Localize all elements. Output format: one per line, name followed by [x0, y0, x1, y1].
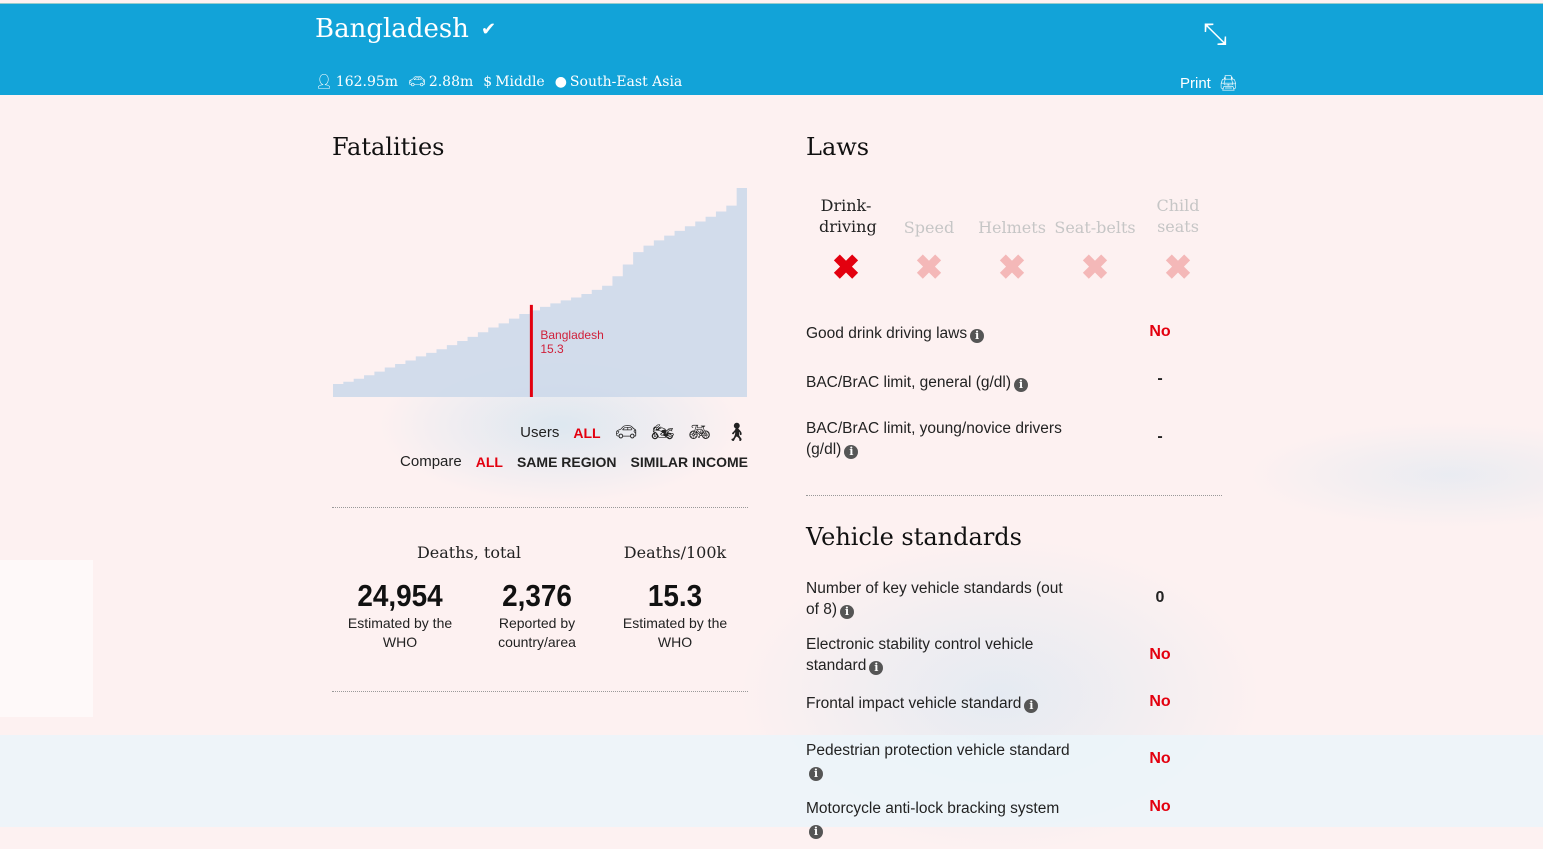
country-header: Bangladesh ✔ 👤︎ 162.95m 🚗︎ 2.88m $ Middle ● S…	[0, 3, 1543, 95]
row-label: BAC/BrAC limit, young/novice drivers (g/…	[806, 420, 1062, 459]
row-label: Number of key vehicle standards (out of …	[806, 580, 1063, 619]
map-disclaimer-strip	[0, 735, 1543, 827]
print-label: Print	[1180, 74, 1211, 92]
deaths-total-label: Deaths, total	[416, 543, 522, 562]
laws-title: Laws	[806, 133, 870, 161]
country-selector[interactable]: Bangladesh ✔	[315, 14, 496, 44]
row-label: Electronic stability control vehicle sta…	[806, 636, 1034, 675]
compare-label: Compare	[400, 453, 462, 470]
compare-similar-income-button[interactable]: SIMILAR INCOME	[631, 454, 748, 470]
info-icon[interactable]: i	[809, 767, 823, 781]
fatalities-title: Fatalities	[332, 133, 445, 161]
law-tab-2[interactable]: Helmets	[971, 217, 1053, 238]
motorcycle-icon[interactable]: 🏍︎	[651, 422, 674, 443]
globe-icon: ●	[554, 74, 567, 90]
chevron-down-icon: ✔	[480, 18, 497, 40]
cross-icon: ✖	[914, 249, 944, 287]
users-label: Users	[520, 424, 560, 441]
row-label: BAC/BrAC limit, general (g/dl) i	[806, 372, 1076, 393]
row-value: No	[1149, 646, 1171, 663]
cross-icon: ✖	[997, 249, 1027, 287]
row-label: Motorcycle anti-lock bracking systemi	[806, 800, 1060, 839]
info-icon[interactable]: i	[1024, 699, 1039, 713]
country-name: Bangladesh	[315, 14, 469, 44]
law-tab-3[interactable]: Seat-belts	[1054, 217, 1136, 238]
region: South-East Asia	[569, 74, 683, 90]
row-value: No	[1149, 798, 1171, 815]
row-label: Pedestrian protection vehicle standardi	[806, 742, 1070, 781]
law-tab-0[interactable]: Drink-driving	[805, 195, 887, 237]
row-value: -	[1157, 428, 1163, 445]
distribution-area	[333, 187, 747, 397]
compare-same-region-button[interactable]: SAME REGION	[517, 454, 617, 470]
row-label: Good drink driving laws i	[806, 323, 1076, 344]
car-icon[interactable]: 🚗︎	[615, 422, 638, 443]
info-icon[interactable]: i	[809, 825, 823, 839]
divider	[332, 691, 748, 692]
row-value: No	[1149, 750, 1171, 767]
cross-icon: ✖	[1080, 249, 1110, 287]
income-level: Middle	[495, 74, 545, 90]
compare-all-button[interactable]: ALL	[476, 454, 503, 470]
bicycle-icon[interactable]: 🚲︎	[688, 422, 711, 443]
info-icon[interactable]: i	[840, 605, 855, 619]
stat-rate: 15.3 Estimated by the WHO	[622, 578, 728, 650]
person-icon: 👤︎	[315, 74, 333, 90]
printer-icon: 🖨︎	[1218, 75, 1238, 92]
car-icon: 🚗︎	[408, 74, 426, 90]
highlight-value: 15.3	[540, 342, 564, 356]
highlight-label: Bangladesh	[540, 328, 603, 342]
print-button[interactable]: Print 🖨︎	[1180, 74, 1238, 93]
deaths-100k-label: Deaths/100k	[623, 543, 727, 562]
vehicle-standards-title: Vehicle standards	[806, 523, 1022, 551]
info-icon[interactable]: i	[970, 329, 985, 343]
vehicles: 2.88m	[428, 74, 474, 90]
law-tab-4[interactable]: Child seats	[1137, 195, 1219, 237]
info-icon[interactable]: i	[1014, 378, 1029, 392]
law-tab-1[interactable]: Speed	[888, 217, 970, 238]
stat-reported-total: 2,376 Reported by country/area	[498, 578, 576, 650]
cross-icon: ✖	[831, 249, 861, 287]
divider	[806, 495, 1222, 496]
row-label: Frontal impact vehicle standard i	[806, 693, 1076, 714]
row-value: No	[1149, 693, 1171, 710]
pedestrian-icon[interactable]: 🚶︎	[725, 422, 748, 443]
users-all-button[interactable]: ALL	[573, 425, 600, 441]
dollar-icon: $	[483, 74, 493, 90]
stat-estimated-total: 24,954 Estimated by the WHO	[347, 578, 453, 650]
row-value: No	[1149, 323, 1171, 340]
row-value: -	[1157, 370, 1163, 387]
map-legend-tile	[0, 560, 93, 717]
divider	[332, 507, 748, 508]
fatalities-chart: Bangladesh15.3	[333, 187, 747, 397]
cross-icon: ✖	[1163, 249, 1193, 287]
collapse-icon[interactable]: ⤡	[1203, 18, 1227, 52]
info-icon[interactable]: i	[869, 661, 884, 675]
population: 162.95m	[335, 74, 399, 90]
info-icon[interactable]: i	[844, 445, 859, 459]
row-value: 0	[1155, 589, 1165, 606]
